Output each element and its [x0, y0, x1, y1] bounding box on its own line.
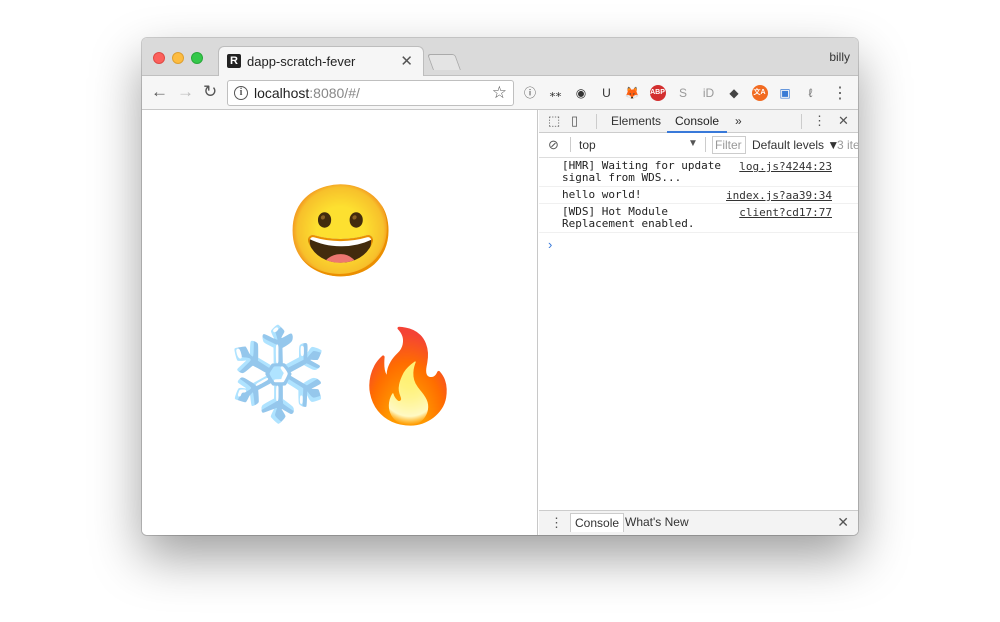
- new-tab-button[interactable]: [427, 54, 461, 70]
- adblock-icon[interactable]: ABP: [649, 85, 666, 101]
- browser-toolbar: ← → ↻ i localhost:8080/#/ ☆ ⓘ ⁎⁎ ◉ U 🦊 ABP SiD…: [142, 76, 858, 110]
- console-message: [WDS] Hot Module Replacement enabled. cl…: [539, 204, 858, 233]
- pocket-icon[interactable]: ◉: [573, 85, 589, 101]
- divider: [705, 137, 706, 152]
- feather-icon[interactable]: ℓ: [803, 85, 819, 101]
- console-prompt-icon[interactable]: ›: [548, 237, 552, 252]
- message-text: [WDS] Hot Module Replacement enabled.: [562, 205, 695, 230]
- browser-menu-icon[interactable]: ⋮: [832, 83, 848, 103]
- tab-strip: R dapp-scratch-fever ✕ billy: [142, 38, 858, 77]
- message-count: 3 ite: [837, 138, 858, 152]
- url-path: :8080/#/: [309, 85, 360, 101]
- console-filter-bar: ⊘ top ▼ Filter Default levels ▼ 3 ite: [539, 133, 858, 158]
- grinning-face-emoji: 😀: [285, 182, 398, 282]
- divider: [596, 114, 597, 129]
- more-tabs-icon[interactable]: »: [735, 114, 742, 128]
- close-tab-icon[interactable]: ✕: [400, 52, 413, 70]
- message-source-link[interactable]: client?cd17:77: [739, 206, 832, 219]
- tab-elements[interactable]: Elements: [611, 114, 661, 128]
- drawer-tab-whats-new[interactable]: What's New: [625, 515, 689, 529]
- address-bar[interactable]: i localhost:8080/#/ ☆: [227, 80, 514, 106]
- console-message: [HMR] Waiting for update signal from WDS…: [539, 158, 858, 187]
- devtools-drawer: ⋮ Console What's New ✕: [539, 510, 858, 535]
- reload-icon[interactable]: ↻: [203, 82, 217, 102]
- web-page: 😀 ❄️ 🔥: [142, 110, 538, 535]
- tab-title: dapp-scratch-fever: [247, 54, 356, 69]
- snowflake-emoji: ❄️: [222, 325, 335, 425]
- filter-input[interactable]: Filter: [712, 136, 746, 154]
- close-devtools-icon[interactable]: ✕: [838, 113, 849, 129]
- devtools-menu-icon[interactable]: ⋮: [813, 113, 826, 129]
- tab-console[interactable]: Console: [675, 114, 719, 128]
- chevron-down-icon[interactable]: ▼: [688, 138, 698, 149]
- drawer-tab-console[interactable]: Console: [570, 513, 625, 532]
- drawer-menu-icon[interactable]: ⋮: [550, 515, 563, 531]
- clear-console-icon[interactable]: ⊘: [548, 137, 559, 153]
- log-levels-select[interactable]: Default levels ▼: [752, 138, 839, 152]
- evernote-icon[interactable]: ◆: [726, 85, 742, 101]
- back-icon[interactable]: ←: [151, 82, 168, 102]
- devtools-tabbar: ⬚ ▯ Elements Console » ⋮ ✕: [539, 110, 858, 133]
- close-window-button[interactable]: [153, 52, 165, 64]
- divider: [801, 114, 802, 129]
- context-select[interactable]: top: [579, 138, 596, 152]
- browser-window: R dapp-scratch-fever ✕ billy ← → ↻ i loc…: [142, 38, 858, 535]
- shield-icon[interactable]: U: [599, 85, 615, 101]
- close-drawer-icon[interactable]: ✕: [837, 514, 849, 531]
- site-info-icon[interactable]: i: [234, 86, 248, 100]
- divider: [570, 137, 571, 152]
- zoom-window-button[interactable]: [191, 52, 203, 64]
- message-text: [HMR] Waiting for update signal from WDS…: [562, 159, 721, 184]
- translate-icon[interactable]: 文A: [751, 85, 768, 101]
- profile-name[interactable]: billy: [829, 50, 850, 64]
- url-text[interactable]: localhost:8080/#/: [254, 85, 360, 101]
- id-icon[interactable]: iD: [701, 85, 717, 101]
- favicon-icon: R: [227, 54, 241, 68]
- browser-tab[interactable]: R dapp-scratch-fever ✕: [218, 46, 424, 77]
- message-text: hello world!: [562, 188, 642, 201]
- url-host: localhost: [254, 85, 310, 101]
- device-toggle-icon[interactable]: ▯: [571, 113, 578, 129]
- metamask-icon[interactable]: 🦊: [624, 85, 640, 101]
- skype-icon[interactable]: S: [675, 85, 691, 101]
- console-message: hello world! index.js?aa39:34: [539, 187, 858, 204]
- devtools-panel: ⬚ ▯ Elements Console » ⋮ ✕ ⊘ top ▼ Filte…: [539, 110, 858, 535]
- inspect-element-icon[interactable]: ⬚: [548, 113, 560, 129]
- asterisk-icon[interactable]: ⁎⁎: [548, 85, 564, 101]
- message-source-link[interactable]: log.js?4244:23: [739, 160, 832, 173]
- notes-icon[interactable]: ▣: [777, 85, 793, 101]
- forward-icon[interactable]: →: [177, 82, 194, 102]
- minimize-window-button[interactable]: [172, 52, 184, 64]
- info-icon[interactable]: ⓘ: [522, 85, 538, 101]
- bookmark-star-icon[interactable]: ☆: [492, 83, 507, 103]
- message-source-link[interactable]: index.js?aa39:34: [726, 189, 832, 202]
- console-messages: [HMR] Waiting for update signal from WDS…: [539, 158, 858, 233]
- fire-emoji: 🔥: [352, 327, 465, 427]
